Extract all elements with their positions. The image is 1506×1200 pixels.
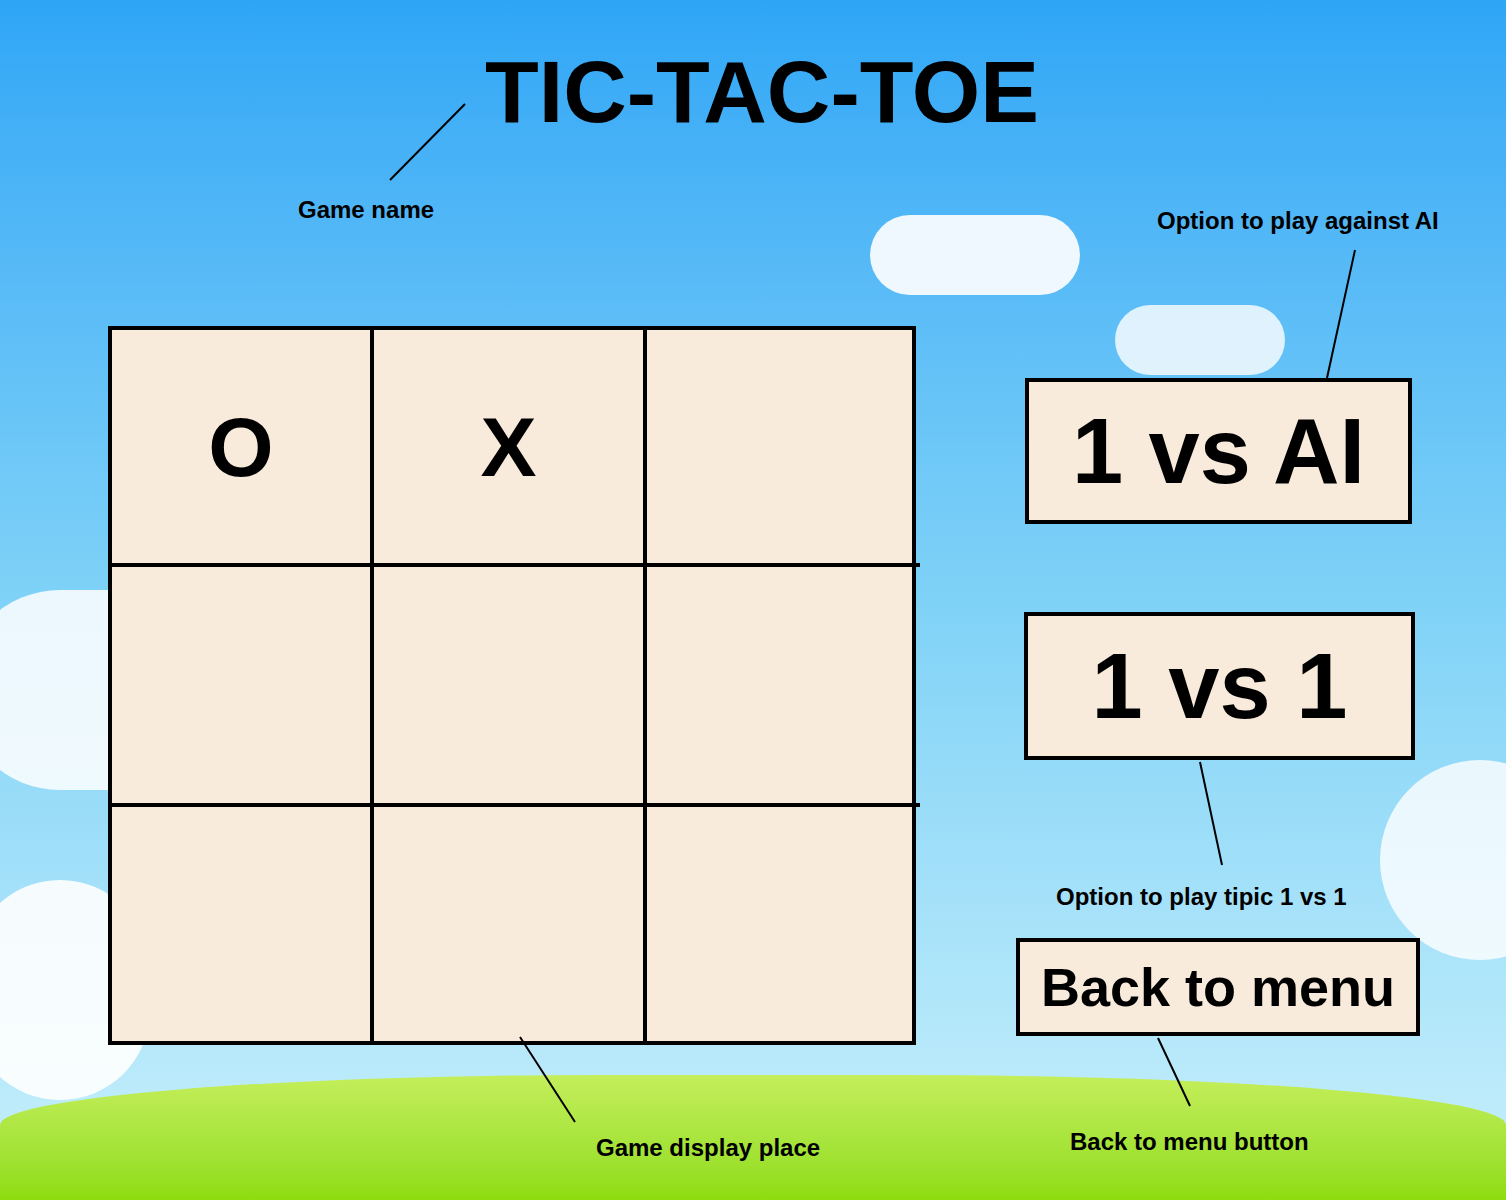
annotation-label: Option to play tipic 1 vs 1	[1056, 879, 1347, 915]
board-cell[interactable]: O	[112, 330, 374, 567]
board-cell[interactable]	[374, 807, 647, 1041]
cloud	[1380, 760, 1506, 960]
annotation-label: Game display place	[596, 1130, 820, 1166]
board-cell[interactable]	[647, 807, 920, 1041]
board-cell[interactable]	[112, 807, 374, 1041]
menu-button[interactable]: 1 vs AI	[1025, 378, 1412, 524]
annotation-label: Back to menu button	[1070, 1124, 1309, 1160]
menu-button[interactable]: 1 vs 1	[1024, 612, 1415, 760]
menu-button[interactable]: Back to menu	[1016, 938, 1420, 1036]
cloud	[1115, 305, 1285, 375]
cloud	[870, 215, 1080, 295]
board-cell[interactable]	[374, 567, 647, 807]
board-cell[interactable]	[647, 330, 920, 567]
annotation-label: Game name	[298, 192, 434, 228]
game-title: TIC-TAC-TOE	[0, 0, 1506, 136]
board-cell[interactable]: X	[374, 330, 647, 567]
board-cell[interactable]	[647, 567, 920, 807]
app-screen: Game name Option to play against AI Option…	[0, 0, 1506, 1200]
annotation-label: Option to play against AI	[1157, 203, 1439, 239]
board-cell[interactable]	[112, 567, 374, 807]
game-board: OX	[108, 326, 916, 1045]
